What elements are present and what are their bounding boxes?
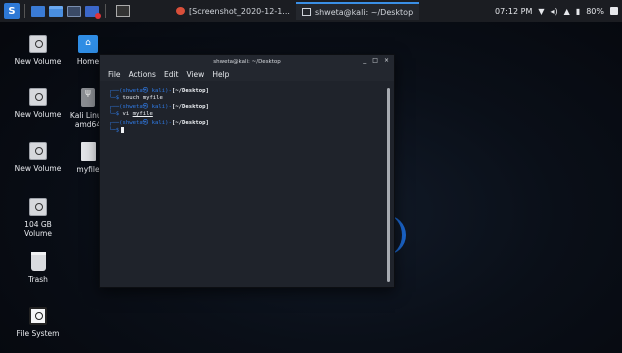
terminal-scrollbar[interactable]	[387, 88, 390, 282]
prompt-path: [~/Desktop]	[171, 88, 209, 94]
home-folder-icon: ⌂	[78, 35, 98, 53]
minimize-button[interactable]: _	[363, 57, 366, 64]
panel-separator	[24, 4, 25, 18]
prompt-block: ┌──(shweta㉿ kali)-[~/Desktop] └─$ vi myf…	[109, 104, 209, 117]
workspace-switcher-icon[interactable]	[116, 5, 130, 17]
command-text: touch	[122, 94, 140, 101]
desktop-icon-new-volume-3[interactable]: New Volume	[10, 142, 66, 173]
system-tray: 07:12 PM ▼ ◂) ▲ ▮ 80%	[495, 7, 622, 16]
menu-help[interactable]: Help	[212, 70, 229, 79]
usb-drive-icon: ψ	[81, 88, 95, 107]
volume-icon[interactable]: ◂)	[551, 7, 558, 16]
drive-icon	[29, 35, 47, 53]
network-icon[interactable]: ▼	[538, 7, 544, 16]
top-panel: S [Screenshot_2020-12-1... shweta@kali: …	[0, 0, 622, 22]
desktop-icon-new-volume-1[interactable]: New Volume	[10, 35, 66, 66]
close-button[interactable]: ×	[384, 57, 389, 64]
desktop-icon-label: New Volume	[14, 164, 62, 173]
file-manager-launcher-icon[interactable]	[49, 5, 63, 17]
trash-icon	[30, 252, 46, 271]
window-title: shweta@kali: ~/Desktop	[213, 58, 281, 65]
prompt-path: [~/Desktop]	[171, 120, 209, 127]
desktop-icon-label: File System	[16, 329, 60, 338]
battery-percentage: 80%	[586, 6, 604, 16]
taskbar-item-terminal[interactable]: shweta@kali: ~/Desktop	[295, 2, 420, 20]
desktop-icon-file-system[interactable]: File System	[10, 307, 66, 338]
terminal-window[interactable]: shweta@kali: ~/Desktop _ □ × File Action…	[99, 54, 395, 288]
desktop-icon-label: Trash	[28, 275, 48, 284]
lock-screen-icon[interactable]	[610, 7, 618, 15]
terminal-output[interactable]: ┌──(shweta㉿ kali)-[~/Desktop] └─$ touch …	[100, 81, 394, 287]
text-file-icon	[80, 142, 96, 161]
desktop-icon-new-volume-2[interactable]: New Volume	[10, 88, 66, 119]
taskbar-item-label: [Screenshot_2020-12-1...	[189, 6, 290, 16]
notification-bell-icon[interactable]: ▲	[564, 7, 570, 16]
desktop-icon-trash[interactable]: Trash	[10, 252, 66, 284]
terminal-launcher-icon[interactable]	[31, 5, 45, 17]
menu-view[interactable]: View	[187, 70, 205, 79]
terminal-titlebar[interactable]: shweta@kali: ~/Desktop _ □ ×	[100, 55, 394, 68]
file-system-icon	[29, 307, 47, 325]
prompt-user: (shweta㉿ kali)	[119, 120, 169, 127]
menu-edit[interactable]: Edit	[164, 70, 179, 79]
prompt-user: (shweta㉿ kali)	[119, 104, 169, 111]
maximize-button[interactable]: □	[372, 57, 378, 64]
drive-icon	[29, 142, 47, 160]
terminal-cursor	[121, 126, 125, 133]
terminal-window-icon	[301, 8, 311, 16]
menu-actions[interactable]: Actions	[129, 70, 156, 79]
prompt-block: ┌──(shweta㉿ kali)-[~/Desktop] └─$ touch …	[109, 88, 209, 101]
window-controls: _ □ ×	[363, 57, 389, 64]
text-editor-launcher-icon[interactable]	[67, 5, 81, 17]
image-viewer-icon	[176, 7, 185, 15]
desktop-icon-104gb-volume[interactable]: 104 GB Volume	[10, 198, 66, 238]
desktop-icon-label: 104 GB Volume	[24, 220, 52, 238]
terminal-menubar: File Actions Edit View Help	[100, 68, 394, 80]
battery-icon[interactable]: ▮	[576, 7, 580, 16]
drive-icon	[29, 198, 47, 216]
desktop-icon-label: New Volume	[14, 110, 62, 119]
prompt-user: (shweta㉿ kali)	[119, 88, 169, 94]
clock[interactable]: 07:12 PM	[495, 7, 532, 16]
command-text: vi	[122, 110, 130, 117]
command-argument: myfile	[132, 110, 153, 117]
menu-file[interactable]: File	[108, 70, 121, 79]
taskbar-item-label: shweta@kali: ~/Desktop	[314, 7, 414, 17]
browser-launcher-icon[interactable]	[85, 5, 101, 19]
kali-menu-button[interactable]: S	[4, 3, 20, 19]
drive-icon	[29, 88, 47, 106]
desktop-icon-label: New Volume	[14, 57, 62, 66]
prompt-path: [~/Desktop]	[171, 104, 209, 111]
kali-logo-icon: S	[8, 5, 16, 17]
panel-separator	[105, 4, 106, 18]
taskbar-item-screenshot[interactable]: [Screenshot_2020-12-1...	[170, 2, 296, 20]
command-argument: myfile	[142, 94, 163, 101]
prompt-block: ┌──(shweta㉿ kali)-[~/Desktop] └─$	[109, 120, 209, 134]
